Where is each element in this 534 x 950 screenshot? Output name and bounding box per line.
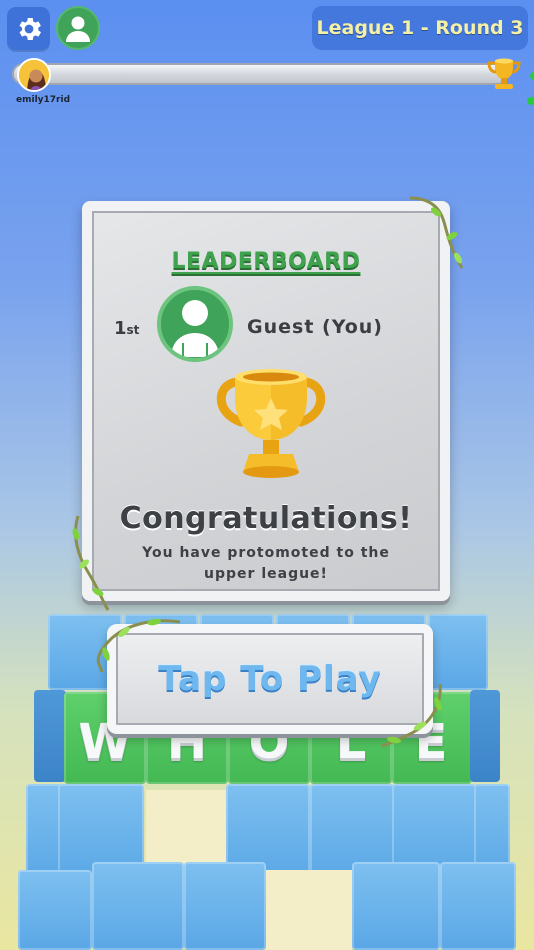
vine-decoration — [72, 515, 110, 611]
rank-suffix: st — [126, 323, 140, 337]
vine-decoration — [96, 618, 181, 673]
congratulations-heading: Congratulations! — [119, 501, 413, 536]
user-avatar-icon — [171, 300, 219, 357]
player-avatar — [17, 58, 51, 92]
tile — [352, 862, 440, 950]
tile — [184, 862, 266, 950]
rank-position: 1st — [114, 318, 139, 339]
tile — [428, 614, 488, 690]
tile — [34, 690, 66, 782]
settings-button[interactable] — [7, 7, 50, 50]
gear-icon — [19, 17, 41, 40]
tile — [440, 862, 516, 950]
guest-avatar — [157, 286, 233, 362]
league-round-badge: League 1 - Round 3 — [312, 6, 528, 50]
rank-number: 1 — [114, 318, 127, 339]
vine-decoration — [381, 683, 442, 748]
promotion-message-line: upper league! — [204, 566, 328, 582]
leaderboard-title: LEADERBOARD — [171, 249, 361, 274]
player-name-label: emily17rid — [16, 95, 71, 105]
tile — [18, 870, 92, 950]
league-round-label: League 1 - Round 3 — [316, 17, 524, 39]
profile-button[interactable] — [56, 6, 100, 50]
finish-trophy-icon — [487, 58, 521, 89]
user-avatar-icon — [66, 16, 90, 42]
empty-slot — [146, 790, 226, 870]
tile — [26, 784, 62, 880]
tap-to-play-label: Tap To Play — [158, 659, 382, 699]
tile — [92, 862, 184, 950]
promotion-message-line: You have protomoted to the — [142, 545, 390, 561]
vine-decoration — [409, 196, 464, 269]
empty-slot — [266, 870, 352, 950]
promotion-message: You have protomoted to the upper league! — [112, 543, 420, 585]
guest-name-label: Guest (You) — [247, 316, 383, 338]
tile — [470, 690, 500, 782]
race-progress-track — [12, 63, 508, 85]
status-dot — [530, 72, 534, 80]
status-dot — [527, 97, 534, 105]
player-portrait-icon — [19, 60, 49, 90]
leaderboard-panel: LEADERBOARD 1st Guest (You) Congratulati… — [82, 201, 450, 601]
trophy-icon — [216, 369, 326, 478]
